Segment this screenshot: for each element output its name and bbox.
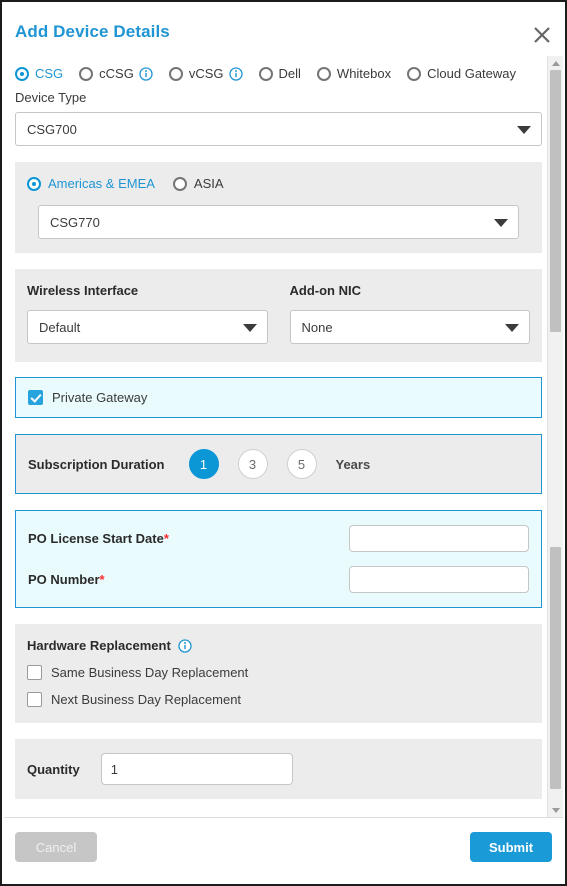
po-start-date-input[interactable]	[349, 525, 529, 552]
scrollbar-thumb-upper[interactable]	[550, 70, 561, 332]
radio-icon	[15, 66, 29, 81]
next-business-day-checkbox[interactable]: Next Business Day Replacement	[27, 692, 530, 707]
required-marker: *	[163, 531, 169, 546]
required-marker: *	[99, 572, 105, 587]
region-panel: Americas & EMEA ASIA CSG770	[15, 162, 542, 253]
scrollbar-thumb-lower[interactable]	[550, 547, 561, 789]
close-icon[interactable]	[527, 20, 557, 50]
radio-icon	[27, 176, 41, 191]
info-icon[interactable]	[139, 66, 153, 81]
addon-nic-value: None	[301, 319, 333, 335]
dialog-header: Add Device Details	[2, 2, 565, 54]
same-business-day-checkbox[interactable]: Same Business Day Replacement	[27, 665, 530, 680]
device-kind-option-vcsg[interactable]: vCSG	[168, 66, 243, 81]
region-label: Americas & EMEA	[48, 176, 155, 191]
dialog-footer: Cancel Submit	[4, 817, 563, 882]
device-kind-label: Cloud Gateway	[427, 66, 517, 81]
quantity-label: Quantity	[27, 761, 80, 777]
info-icon[interactable]	[228, 66, 243, 81]
device-type-label: Device Type	[15, 90, 87, 105]
device-kind-label: CSG	[35, 66, 64, 81]
region-label: ASIA	[193, 176, 224, 191]
radio-icon	[172, 176, 187, 191]
chevron-down-icon	[242, 324, 257, 332]
add-device-details-dialog: Add Device Details CSG cCSG vCSG Dell Wh…	[0, 0, 567, 886]
quantity-input[interactable]	[100, 753, 293, 785]
device-kind-label: vCSG	[188, 66, 224, 81]
device-kind-option-whitebox[interactable]: Whitebox	[316, 66, 392, 81]
hardware-replacement-panel: Hardware Replacement Same Business Day R…	[15, 624, 542, 723]
po-panel: PO License Start Date* PO Number*	[15, 510, 542, 608]
wireless-interface-select[interactable]: Default	[27, 310, 268, 344]
device-kind-option-cloud-gateway[interactable]: Cloud Gateway	[407, 66, 516, 81]
po-number-input[interactable]	[349, 566, 529, 593]
subscription-unit-label: Years	[335, 456, 371, 472]
wireless-interface-label: Wireless Interface	[27, 283, 139, 298]
private-gateway-panel: Private Gateway	[15, 377, 542, 418]
device-type-value: CSG700	[27, 121, 77, 137]
chevron-down-icon	[505, 324, 519, 332]
private-gateway-checkbox[interactable]: Private Gateway	[28, 390, 529, 405]
interface-panel: Wireless Interface Default Add-on NIC No…	[15, 269, 542, 362]
info-icon[interactable]	[178, 638, 192, 653]
po-start-date-row: PO License Start Date*	[28, 525, 529, 552]
quantity-panel: Quantity	[15, 739, 542, 799]
device-kind-radio-group: CSG cCSG vCSG Dell Whitebox Cloud Gatewa…	[15, 66, 532, 81]
chevron-down-icon	[494, 219, 508, 227]
private-gateway-label: Private Gateway	[52, 390, 148, 405]
hardware-replacement-label: Hardware Replacement	[27, 638, 530, 653]
checkbox-icon	[27, 665, 42, 680]
device-model-value: CSG770	[50, 214, 100, 230]
submit-button[interactable]: Submit	[470, 832, 552, 862]
po-start-date-label: PO License Start Date*	[28, 531, 169, 546]
scroll-down-arrow-icon[interactable]	[548, 804, 563, 818]
checkbox-checked-icon	[28, 390, 43, 405]
device-model-select[interactable]: CSG770	[38, 205, 519, 239]
next-business-day-label: Next Business Day Replacement	[51, 692, 242, 707]
hardware-replacement-label-text: Hardware Replacement	[27, 638, 171, 653]
region-radio-group: Americas & EMEA ASIA	[27, 176, 530, 191]
scroll-up-arrow-icon[interactable]	[548, 56, 563, 70]
dialog-body-content: Device Type CSG700 Americas & EMEA ASIA	[4, 90, 553, 820]
region-option-americas-emea[interactable]: Americas & EMEA	[27, 176, 155, 191]
device-kind-label: Dell	[278, 66, 301, 81]
device-kind-option-csg[interactable]: CSG	[15, 66, 63, 81]
radio-icon	[79, 66, 94, 81]
device-kind-option-dell[interactable]: Dell	[258, 66, 301, 81]
region-option-asia[interactable]: ASIA	[172, 176, 224, 191]
same-business-day-label: Same Business Day Replacement	[51, 665, 249, 680]
radio-icon	[258, 66, 273, 81]
addon-nic-label: Add-on NIC	[289, 283, 361, 298]
subscription-option-1[interactable]: 1	[188, 449, 219, 479]
radio-icon	[407, 66, 422, 81]
radio-icon	[316, 66, 331, 81]
subscription-option-3[interactable]: 3	[237, 449, 268, 479]
radio-icon	[168, 66, 183, 81]
device-type-select[interactable]: CSG700	[15, 112, 542, 146]
po-number-label-text: PO Number	[28, 572, 100, 587]
po-number-label: PO Number*	[28, 572, 105, 587]
device-kind-label: Whitebox	[336, 66, 392, 81]
chevron-down-icon	[517, 126, 531, 134]
addon-nic-select[interactable]: None	[289, 310, 530, 344]
device-kind-option-ccsg[interactable]: cCSG	[79, 66, 153, 81]
subscription-duration-panel: Subscription Duration 1 3 5 Years	[15, 434, 542, 494]
po-start-date-label-text: PO License Start Date	[28, 531, 164, 546]
checkbox-icon	[27, 692, 42, 707]
device-kind-label: cCSG	[99, 66, 134, 81]
dialog-body-scroll-area: Device Type CSG700 Americas & EMEA ASIA	[4, 90, 553, 820]
subscription-option-5[interactable]: 5	[286, 449, 317, 479]
cancel-button[interactable]: Cancel	[15, 832, 97, 862]
dialog-scrollbar[interactable]	[547, 56, 563, 818]
po-number-row: PO Number*	[28, 566, 529, 593]
wireless-interface-value: Default	[39, 319, 81, 335]
subscription-duration-label: Subscription Duration	[28, 456, 165, 472]
page-title: Add Device Details	[15, 22, 170, 41]
